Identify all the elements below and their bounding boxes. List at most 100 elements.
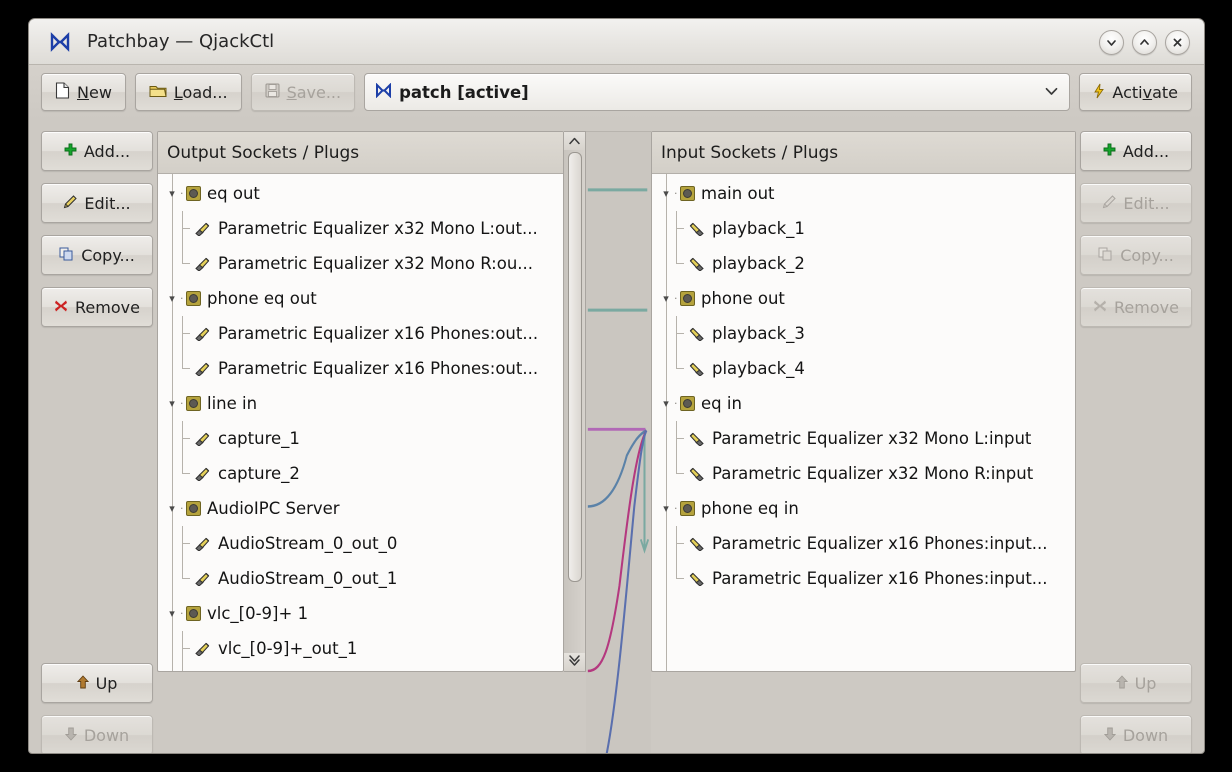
output-copy-button[interactable]: Copy... <box>41 235 153 275</box>
connection-line-blue-1 <box>605 429 648 753</box>
tree-plug-label: playback_1 <box>712 219 805 238</box>
minimize-button[interactable] <box>1099 29 1124 55</box>
plug-icon <box>194 256 211 272</box>
tree-plug-row[interactable]: Parametric Equalizer x16 Phones:out... <box>158 316 563 351</box>
input-down-button[interactable]: Down <box>1080 715 1192 753</box>
output-edit-button[interactable]: Edit... <box>41 183 153 223</box>
tree-plug-row[interactable]: playback_4 <box>652 351 1075 386</box>
chevron-down-icon[interactable]: ▾ <box>658 292 674 305</box>
floppy-icon <box>265 83 280 101</box>
tree-socket-row[interactable]: ▾ · phone eq out <box>158 281 563 316</box>
output-scrollbar[interactable] <box>564 131 586 672</box>
maximize-button[interactable] <box>1132 29 1157 55</box>
scroll-up-arrow[interactable] <box>564 132 585 150</box>
output-add-button[interactable]: Add... <box>41 131 153 171</box>
title-bar: Patchbay — QjackCtl <box>29 19 1204 65</box>
tree-socket-label: eq out <box>207 184 260 203</box>
tree-socket-label: vlc_[0-9]+ 1 <box>207 604 309 623</box>
tree-plug-row[interactable]: Parametric Equalizer x32 Mono L:out... <box>158 211 563 246</box>
close-button[interactable] <box>1165 29 1190 55</box>
folder-icon <box>149 83 167 101</box>
tree-plug-row[interactable]: playback_3 <box>652 316 1075 351</box>
save-button[interactable]: Save... <box>250 73 356 111</box>
sidebar-spacer-left <box>41 339 157 663</box>
activate-button[interactable]: Activate <box>1079 73 1192 111</box>
chevron-down-icon[interactable]: ▾ <box>658 502 674 515</box>
patch-select[interactable]: patch [active] <box>364 73 1071 111</box>
tree-plug-row[interactable]: playback_2 <box>652 246 1075 281</box>
chevron-down-icon[interactable]: ▾ <box>164 502 180 515</box>
tree-plug-row[interactable]: Parametric Equalizer x16 Phones:out... <box>158 351 563 386</box>
output-add-label: Add... <box>83 141 131 161</box>
socket-icon <box>680 186 695 201</box>
chevron-down-icon[interactable]: ▾ <box>164 187 180 200</box>
chevron-down-icon[interactable] <box>1045 85 1058 100</box>
output-remove-button[interactable]: Remove <box>41 287 153 327</box>
tree-socket-row[interactable]: ▾ · phone out <box>652 281 1075 316</box>
chevron-down-icon[interactable]: ▾ <box>164 607 180 620</box>
plug-icon <box>194 466 211 482</box>
input-remove-button[interactable]: Remove <box>1080 287 1192 327</box>
tree-socket-row[interactable]: ▾ · eq in <box>652 386 1075 421</box>
plug-icon <box>688 571 705 587</box>
socket-icon <box>680 291 695 306</box>
tree-plug-row[interactable]: Parametric Equalizer x32 Mono R:ou... <box>158 246 563 281</box>
tree-plug-row[interactable]: Parametric Equalizer x16 Phones:input... <box>652 561 1075 596</box>
activate-accel: v <box>1142 82 1153 102</box>
tree-plug-row[interactable]: capture_2 <box>158 456 563 491</box>
tree-socket-row[interactable]: ▾ · AudioIPC Server <box>158 491 563 526</box>
plug-icon <box>688 536 705 552</box>
tree-plug-row[interactable]: Parametric Equalizer x32 Mono L:input <box>652 421 1075 456</box>
tree-plug-row[interactable]: playback_1 <box>652 211 1075 246</box>
plug-icon <box>194 536 211 552</box>
tree-plug-row[interactable]: vlc_[0-9]+_out_2 <box>158 666 563 671</box>
chevron-down-icon[interactable]: ▾ <box>164 397 180 410</box>
output-down-button[interactable]: Down <box>41 715 153 753</box>
tree-plug-row[interactable]: vlc_[0-9]+_out_1 <box>158 631 563 666</box>
plug-icon <box>688 221 705 237</box>
load-accel: L <box>173 82 183 102</box>
tree-socket-row[interactable]: ▾ · line in <box>158 386 563 421</box>
input-add-button[interactable]: Add... <box>1080 131 1192 171</box>
plug-icon <box>688 256 705 272</box>
tree-plug-label: Parametric Equalizer x16 Phones:input... <box>712 569 1048 588</box>
patch-select-value: patch [active] <box>399 82 529 102</box>
socket-icon <box>680 396 695 411</box>
plug-icon <box>688 361 705 377</box>
tree-socket-row[interactable]: ▾ · main out <box>652 176 1075 211</box>
tree-plug-label: capture_1 <box>218 429 300 448</box>
panels-area: Output Sockets / Plugs ▾ · eq out Parametri… <box>157 123 1076 753</box>
input-up-button[interactable]: Up <box>1080 663 1192 703</box>
output-tree[interactable]: ▾ · eq out Parametric Equalizer x32 Mono L:… <box>158 174 563 671</box>
tree-plug-label: Parametric Equalizer x16 Phones:out... <box>218 324 539 343</box>
input-copy-button[interactable]: Copy... <box>1080 235 1192 275</box>
arrow-down-icon <box>1103 727 1116 744</box>
input-up-label: Up <box>1134 673 1157 693</box>
scroll-track[interactable] <box>564 584 585 653</box>
chevron-down-icon[interactable]: ▾ <box>658 187 674 200</box>
tree-socket-row[interactable]: ▾ · eq out <box>158 176 563 211</box>
plus-icon <box>1103 143 1116 159</box>
input-tree[interactable]: ▾ · main out playback_1 playback_2 ▾ · phone ou… <box>652 174 1075 671</box>
input-edit-button[interactable]: Edit... <box>1080 183 1192 223</box>
new-button[interactable]: New <box>41 73 126 111</box>
tree-plug-row[interactable]: AudioStream_0_out_1 <box>158 561 563 596</box>
scroll-thumb[interactable] <box>567 152 582 582</box>
tree-plug-row[interactable]: AudioStream_0_out_0 <box>158 526 563 561</box>
chevron-down-icon[interactable]: ▾ <box>658 397 674 410</box>
tree-plug-row[interactable]: Parametric Equalizer x32 Mono R:input <box>652 456 1075 491</box>
plug-icon <box>194 571 211 587</box>
tree-plug-label: capture_2 <box>218 464 300 483</box>
plug-icon <box>688 326 705 342</box>
chevron-down-icon[interactable]: ▾ <box>164 292 180 305</box>
tree-plug-label: AudioStream_0_out_1 <box>218 569 398 588</box>
connections-canvas[interactable] <box>586 131 651 753</box>
scroll-down-arrow[interactable] <box>564 653 585 671</box>
tree-plug-row[interactable]: capture_1 <box>158 421 563 456</box>
output-up-button[interactable]: Up <box>41 663 153 703</box>
tree-socket-row[interactable]: ▾ · phone eq in <box>652 491 1075 526</box>
tree-plug-row[interactable]: Parametric Equalizer x16 Phones:input... <box>652 526 1075 561</box>
connection-lines <box>587 188 650 753</box>
tree-socket-row[interactable]: ▾ · vlc_[0-9]+ 1 <box>158 596 563 631</box>
load-button[interactable]: Load... <box>134 73 242 111</box>
